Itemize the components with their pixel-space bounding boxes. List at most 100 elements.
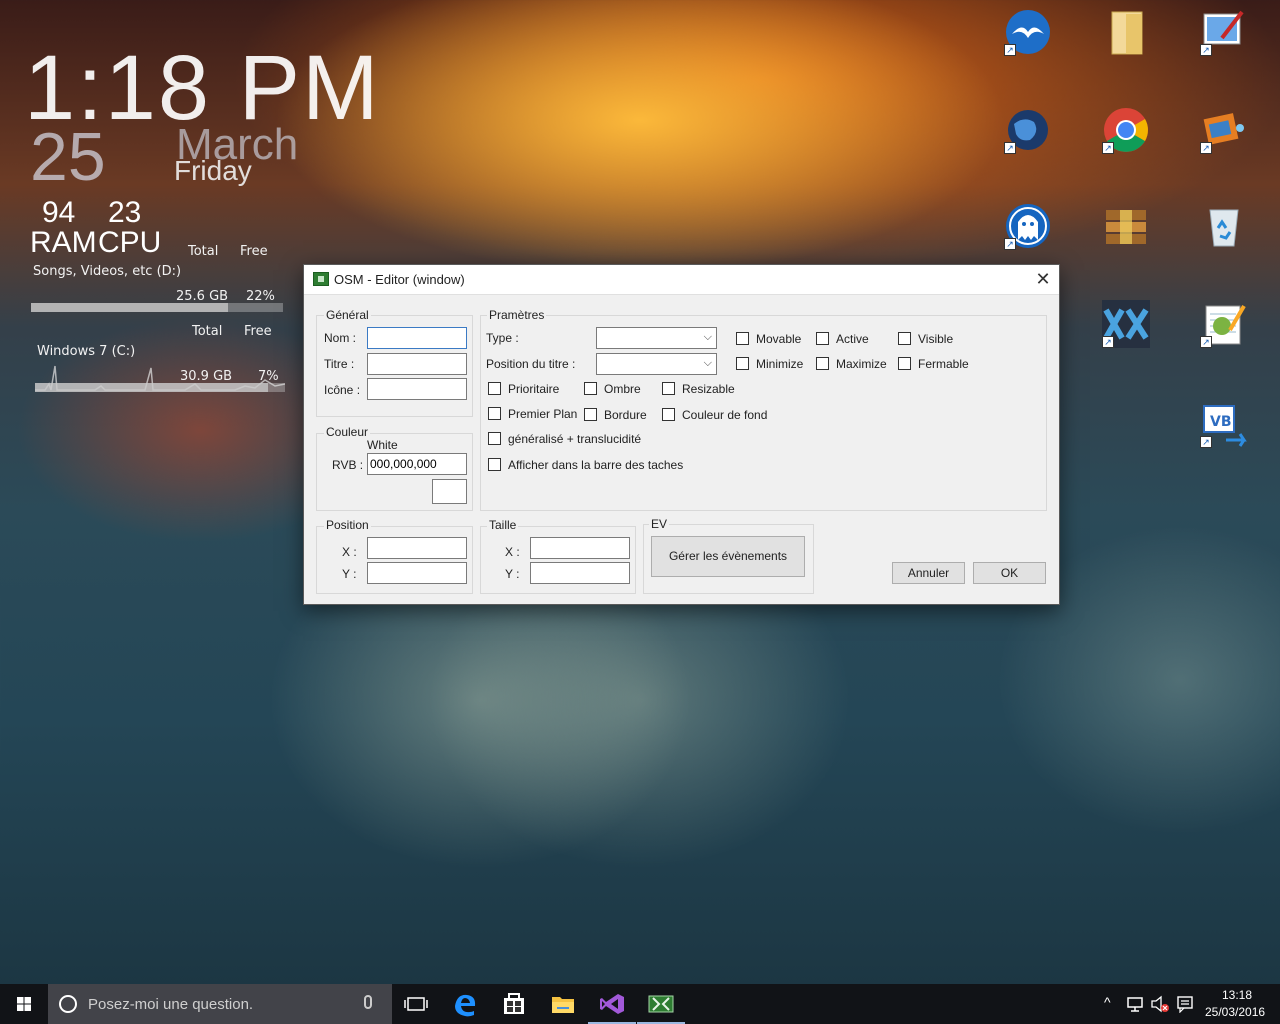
start-button[interactable] — [0, 984, 48, 1024]
edge-taskbar-button[interactable] — [441, 984, 489, 1024]
chevron-down-icon: ⌵ — [703, 357, 712, 369]
drive-d-usage-bar — [31, 303, 283, 312]
title-position-label: Position du titre : — [486, 357, 576, 371]
size-legend: Taille — [487, 518, 519, 532]
cancel-button[interactable]: Annuler — [892, 562, 965, 584]
general-legend: Général — [324, 308, 371, 322]
folder-icon — [552, 997, 574, 1013]
shortcut-arrow-icon: ↗ — [1004, 44, 1016, 56]
window-title: OSM - Editor (window) — [334, 272, 465, 287]
visual-studio-taskbar-button[interactable] — [588, 984, 636, 1024]
size-x-field[interactable] — [530, 537, 630, 559]
action-center-icon[interactable] — [1176, 995, 1194, 1013]
windows-logo-icon — [17, 997, 31, 1011]
volume-muted-icon[interactable] — [1150, 995, 1170, 1013]
openoffice-icon[interactable]: ↗ — [1004, 8, 1052, 56]
title-field[interactable] — [367, 353, 467, 375]
drive-d-usage-fill — [31, 303, 228, 312]
vb-icon[interactable]: VB ↗ — [1200, 400, 1248, 448]
cortana-search-box[interactable]: Posez-moi une question. — [48, 984, 392, 1024]
ok-button[interactable]: OK — [973, 562, 1046, 584]
cortana-icon — [59, 995, 77, 1013]
position-x-label: X : — [342, 545, 357, 559]
color-preview-swatch[interactable] — [432, 479, 467, 504]
ghost-app-icon[interactable]: ↗ — [1004, 202, 1052, 250]
shortcut-arrow-icon: ↗ — [1200, 436, 1212, 448]
edge-icon — [455, 994, 476, 1017]
position-y-label: Y : — [342, 567, 357, 581]
svg-text:VB: VB — [1210, 414, 1232, 430]
network-icon[interactable] — [1126, 995, 1144, 1013]
couleur-fond-checkbox[interactable]: Couleur de fond — [662, 408, 767, 422]
cpu-label: CPU — [98, 226, 162, 259]
generalise-checkbox[interactable]: généralisé + translucidité — [488, 432, 641, 446]
size-y-label: Y : — [505, 567, 520, 581]
drive-c-total: 30.9 GB — [180, 369, 233, 384]
name-field[interactable] — [367, 327, 467, 349]
ombre-checkbox[interactable]: Ombre — [584, 382, 641, 396]
shortcut-arrow-icon: ↗ — [1200, 336, 1212, 348]
drive-d-total: 25.6 GB — [176, 289, 229, 304]
movable-checkbox[interactable]: Movable — [736, 332, 801, 346]
icon-field[interactable] — [367, 378, 467, 400]
drive-c-usage-bar — [35, 383, 285, 392]
shortcut-arrow-icon: ↗ — [1200, 44, 1212, 56]
drive-c-total-header: Total — [192, 324, 223, 339]
premier-plan-checkbox[interactable]: Premier Plan — [488, 407, 577, 421]
shortcut-arrow-icon: ↗ — [1004, 142, 1016, 154]
folder-icon[interactable] — [1104, 8, 1152, 56]
title-position-select[interactable]: ⌵ — [596, 353, 717, 375]
notepad-icon[interactable]: ↗ — [1200, 300, 1248, 348]
fermable-checkbox[interactable]: Fermable — [898, 357, 969, 371]
show-hidden-icons-chevron[interactable]: ^ — [1104, 994, 1111, 1010]
drive-d-free: 22% — [246, 289, 275, 304]
size-x-label: X : — [505, 545, 520, 559]
store-taskbar-button[interactable] — [490, 984, 538, 1024]
color-legend: Couleur — [324, 425, 371, 439]
type-select[interactable]: ⌵ — [596, 327, 717, 349]
rgb-label: RVB : — [332, 458, 364, 472]
shortcut-arrow-icon: ↗ — [1004, 238, 1016, 250]
clock-weekday: Friday — [174, 155, 252, 186]
title-label: Titre : — [324, 357, 355, 371]
paint-icon[interactable]: ↗ — [1200, 8, 1248, 56]
size-y-field[interactable] — [530, 562, 630, 584]
globe-icon[interactable]: ↗ — [1004, 106, 1052, 154]
minimize-checkbox[interactable]: Minimize — [736, 357, 803, 371]
app-icon — [313, 272, 329, 286]
params-legend: Pramètres — [487, 308, 547, 322]
close-button[interactable]: ✕ — [1027, 265, 1059, 294]
position-x-field[interactable] — [367, 537, 467, 559]
drive-c-free-header: Free — [244, 324, 272, 339]
window-titlebar[interactable]: OSM - Editor (window) ✕ — [304, 265, 1059, 295]
microphone-icon[interactable] — [364, 995, 372, 1009]
archive-icon[interactable] — [1102, 202, 1150, 250]
afficher-barre-checkbox[interactable]: Afficher dans la barre des taches — [488, 458, 683, 472]
prioritaire-checkbox[interactable]: Prioritaire — [488, 382, 559, 396]
task-view-button[interactable] — [392, 984, 440, 1024]
bordure-checkbox[interactable]: Bordure — [584, 408, 647, 422]
maximize-checkbox[interactable]: Maximize — [816, 357, 887, 371]
visual-studio-icon — [600, 994, 624, 1014]
clock-day: 25 — [30, 119, 106, 195]
rgb-field[interactable] — [367, 453, 467, 475]
cpu-value: 23 — [108, 196, 142, 229]
store-icon — [504, 993, 524, 1014]
chrome-icon[interactable]: ↗ — [1102, 106, 1150, 154]
position-y-field[interactable] — [367, 562, 467, 584]
file-explorer-taskbar-button[interactable] — [539, 984, 587, 1024]
manage-events-button[interactable]: Gérer les évènements — [651, 536, 805, 577]
shortcut-arrow-icon: ↗ — [1102, 336, 1114, 348]
name-label: Nom : — [324, 331, 357, 345]
active-checkbox[interactable]: Active — [816, 332, 869, 346]
movie-maker-icon[interactable]: ↗ — [1200, 106, 1248, 154]
visible-checkbox[interactable]: Visible — [898, 332, 953, 346]
resizable-checkbox[interactable]: Resizable — [662, 382, 735, 396]
drive-d-free-header: Free — [240, 244, 268, 259]
osm-editor-taskbar-button[interactable] — [637, 984, 685, 1024]
taskbar-clock-date[interactable]: 25/03/2016 — [1205, 1005, 1265, 1019]
task-view-icon — [404, 997, 428, 1011]
xx-app-icon[interactable]: ↗ — [1102, 300, 1150, 348]
recycle-bin-icon[interactable] — [1200, 202, 1248, 250]
taskbar-clock-time[interactable]: 13:18 — [1222, 988, 1252, 1002]
